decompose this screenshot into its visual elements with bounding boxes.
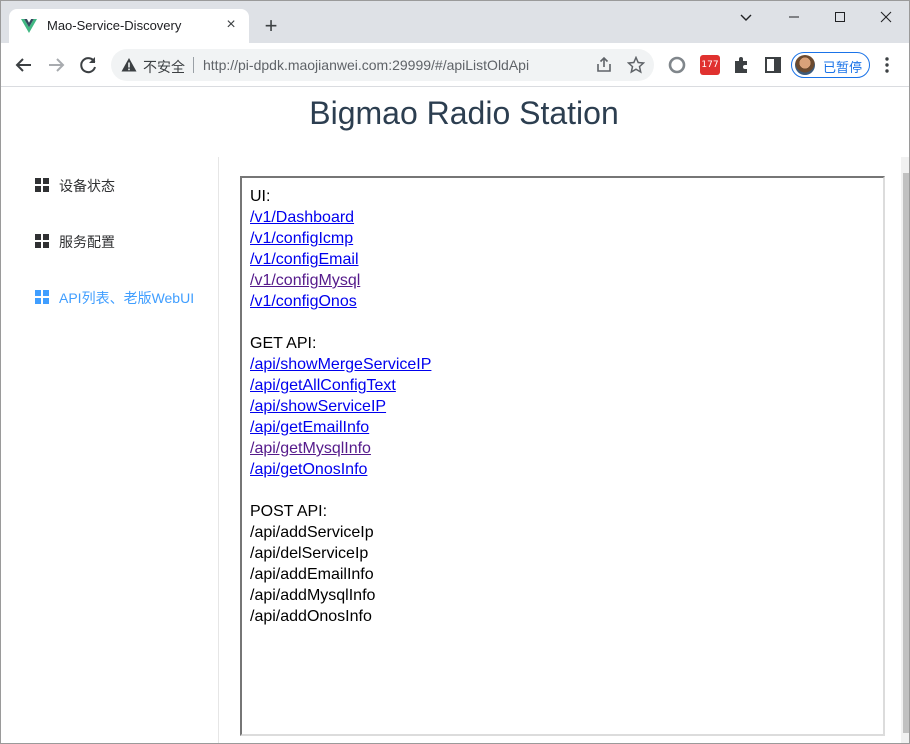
not-secure-label[interactable]: 不安全: [143, 57, 185, 77]
get-api-link[interactable]: /api/getMysqlInfo: [250, 438, 431, 459]
omnibox-separator: [193, 57, 194, 73]
close-icon: [880, 11, 892, 23]
minimize-button[interactable]: [771, 1, 817, 33]
post-api-endpoint: /api/delServiceIp: [250, 545, 369, 562]
chevron-down-icon: [740, 14, 752, 21]
tab-strip: Mao-Service-Discovery × +: [1, 1, 909, 43]
maximize-button[interactable]: [817, 1, 863, 33]
tab-search-button[interactable]: [723, 1, 769, 33]
get-api-link[interactable]: /api/showMergeServiceIP: [250, 354, 431, 375]
browser-toolbar: 不安全 http://pi-dpdk.maojianwei.com:29999/…: [1, 43, 909, 87]
sidebar-item-label: 服务配置: [59, 234, 115, 250]
minimize-icon: [789, 16, 799, 18]
extension-circle-icon[interactable]: [667, 55, 687, 75]
grid-icon: [35, 290, 49, 304]
sidebar-item-service-config[interactable]: 服务配置: [1, 213, 218, 269]
ui-link[interactable]: /v1/configOnos: [250, 291, 431, 312]
new-tab-button[interactable]: +: [259, 14, 283, 38]
more-options-icon[interactable]: [879, 55, 895, 75]
grid-icon: [35, 178, 49, 192]
get-api-link[interactable]: /api/getOnosInfo: [250, 459, 431, 480]
bookmark-star-icon[interactable]: [627, 56, 645, 74]
profile-button[interactable]: 已暂停: [791, 52, 870, 78]
api-list: UI: /v1/Dashboard /v1/configIcmp /v1/con…: [250, 186, 431, 627]
ui-link[interactable]: /v1/Dashboard: [250, 207, 431, 228]
maximize-icon: [835, 12, 845, 22]
back-arrow-icon[interactable]: [12, 53, 36, 77]
tab-title: Mao-Service-Discovery: [47, 18, 182, 33]
sidebar-menu: 设备状态 服务配置 API列表、老版WebUI: [1, 157, 219, 743]
sidebar-item-label: 设备状态: [59, 178, 115, 194]
address-bar[interactable]: 不安全 http://pi-dpdk.maojianwei.com:29999/…: [111, 49, 654, 81]
get-api-section-heading: GET API:: [250, 335, 317, 352]
post-api-endpoint: /api/addMysqlInfo: [250, 587, 376, 604]
extension-badge-icon[interactable]: 177: [700, 55, 720, 75]
browser-tab[interactable]: Mao-Service-Discovery ×: [9, 9, 249, 43]
forward-arrow-icon[interactable]: [44, 53, 68, 77]
reload-icon[interactable]: [76, 53, 100, 77]
warning-icon: [121, 58, 137, 72]
sidebar-item-api-list[interactable]: API列表、老版WebUI: [1, 269, 218, 325]
post-api-endpoint: /api/addServiceIp: [250, 524, 374, 541]
vue-logo-icon: [21, 19, 37, 33]
post-api-endpoint: /api/addOnosInfo: [250, 608, 372, 625]
sidebar-item-device-status[interactable]: 设备状态: [1, 157, 218, 213]
api-list-iframe[interactable]: UI: /v1/Dashboard /v1/configIcmp /v1/con…: [240, 176, 885, 736]
ui-link[interactable]: /v1/configIcmp: [250, 228, 431, 249]
side-panel-icon[interactable]: [763, 55, 783, 75]
get-api-link[interactable]: /api/getAllConfigText: [250, 375, 431, 396]
page-title: Bigmao Radio Station: [309, 95, 619, 131]
tab-close-icon[interactable]: ×: [221, 15, 241, 35]
ui-link[interactable]: /v1/configEmail: [250, 249, 431, 270]
page-scrollbar-thumb[interactable]: [903, 173, 909, 733]
puzzle-icon[interactable]: [731, 55, 751, 75]
url-text[interactable]: http://pi-dpdk.maojianwei.com:29999/#/ap…: [203, 57, 529, 73]
avatar: [795, 55, 815, 75]
share-icon[interactable]: [595, 56, 613, 74]
browser-window: Mao-Service-Discovery × + 不安全 http://pi-…: [0, 0, 910, 744]
ui-section-heading: UI:: [250, 188, 271, 205]
post-api-section-heading: POST API:: [250, 503, 328, 520]
profile-status-label: 已暂停: [823, 60, 863, 75]
grid-icon: [35, 234, 49, 248]
page-content: Bigmao Radio Station 设备状态 服务配置 API列表、老版W…: [1, 87, 909, 743]
post-api-endpoint: /api/addEmailInfo: [250, 566, 374, 583]
get-api-link[interactable]: /api/getEmailInfo: [250, 417, 431, 438]
close-window-button[interactable]: [863, 1, 909, 33]
ui-link[interactable]: /v1/configMysql: [250, 270, 431, 291]
sidebar-item-label: API列表、老版WebUI: [59, 290, 195, 306]
get-api-link[interactable]: /api/showServiceIP: [250, 396, 431, 417]
extension-badge-count: 177: [701, 60, 719, 70]
